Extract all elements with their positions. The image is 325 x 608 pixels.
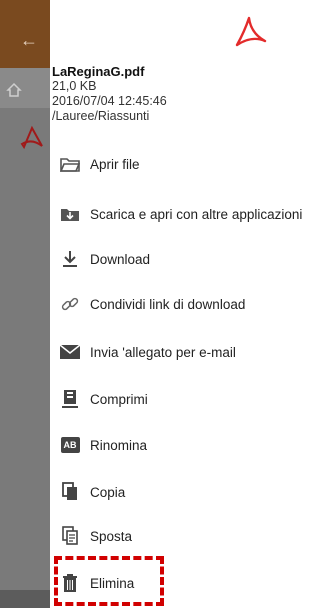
menu-item-label: Download (90, 251, 151, 267)
menu-item-label: Copia (90, 484, 126, 500)
link-icon (60, 294, 80, 314)
menu-item-send-email[interactable]: Invia 'allegato per e-mail (60, 338, 320, 366)
background-toolbar: ← (0, 0, 50, 68)
menu-item-label: Condividi link di download (90, 296, 246, 312)
menu-item-compress[interactable]: Comprimi (60, 385, 320, 413)
file-name: LaReginaG.pdf (52, 64, 145, 79)
menu-item-download-open-with[interactable]: Scarica e apri con altre applicazioni (60, 200, 320, 228)
menu-item-label: Sposta (90, 528, 133, 544)
menu-item-label: Rinomina (90, 437, 148, 453)
file-info: LaReginaG.pdf 21,0 KB 2016/07/04 12:45:4… (52, 64, 167, 124)
background-bottom-bar (0, 590, 50, 608)
menu-item-copy[interactable]: Copia (60, 478, 320, 506)
file-size: 21,0 KB (52, 79, 97, 93)
menu-item-label: Scarica e apri con altre applicazioni (90, 206, 303, 222)
menu-item-rename[interactable]: AB Rinomina (60, 431, 320, 459)
rename-icon-text: AB (60, 437, 80, 453)
file-path: /Lauree/Riassunti (52, 109, 150, 123)
menu-item-download[interactable]: Download (60, 245, 320, 273)
download-folder-icon (60, 204, 80, 224)
highlight-box (54, 556, 164, 606)
menu-item-label: Invia 'allegato per e-mail (90, 344, 236, 360)
background-app: ← (0, 0, 50, 608)
menu-item-label: Aprir file (90, 156, 140, 172)
mail-icon (60, 342, 80, 362)
compress-icon (60, 389, 80, 409)
menu-item-share-link[interactable]: Condividi link di download (60, 290, 320, 318)
move-icon (60, 526, 80, 546)
menu-item-move[interactable]: Sposta (60, 522, 320, 550)
acrobat-logo-icon (235, 16, 267, 47)
menu-item-open-file[interactable]: Aprir file (60, 150, 320, 178)
pdf-icon (20, 125, 43, 150)
file-date: 2016/07/04 12:45:46 (52, 94, 167, 108)
arrow-left-icon: ← (20, 30, 38, 50)
rename-icon: AB (60, 435, 80, 455)
folder-open-icon (60, 154, 80, 174)
menu-item-label: Comprimi (90, 391, 148, 407)
home-icon (6, 82, 22, 97)
download-icon (60, 249, 80, 269)
copy-icon (60, 482, 80, 502)
